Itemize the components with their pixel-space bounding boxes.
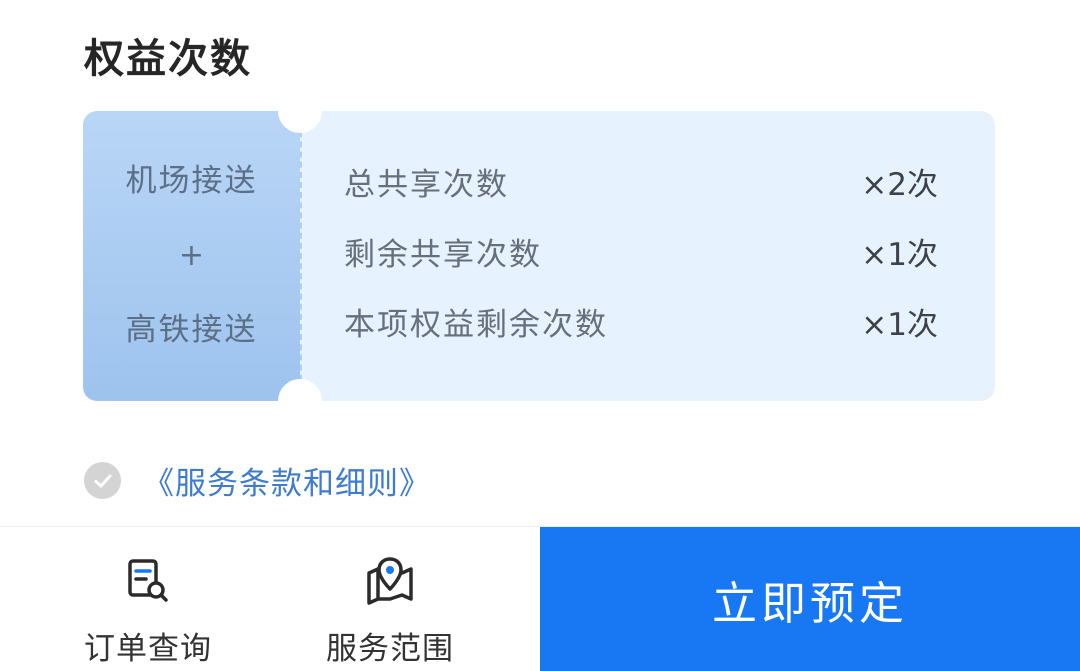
- ticket-service-panel: 机场接送 + 高铁接送: [83, 111, 300, 401]
- check-icon: [94, 474, 111, 487]
- row-count: ×1次: [861, 237, 938, 273]
- order-search-icon: [128, 559, 168, 602]
- service-plus-sign: +: [178, 238, 205, 273]
- agree-checkbox[interactable]: [84, 462, 121, 499]
- total-shared-count-row: 总共享次数 ×2次: [344, 159, 944, 204]
- terms-agreement: 《服务条款和细则》: [84, 458, 431, 503]
- terms-link[interactable]: 《服务条款和细则》: [143, 458, 431, 503]
- benefit-ticket: 机场接送 + 高铁接送 总共享次数 ×2次 剩余共享次数 ×1次 本项权益剩余次…: [83, 89, 995, 423]
- service-rail-transfer: 高铁接送: [125, 312, 258, 348]
- order-query-button[interactable]: 订单查询: [48, 527, 248, 671]
- map-location-icon: [367, 557, 413, 605]
- row-label: 剩余共享次数: [344, 237, 542, 273]
- row-count: ×1次: [861, 307, 938, 343]
- bottom-action-bar: 订单查询 服务范围 立即预定: [0, 526, 1080, 671]
- service-area-button[interactable]: 服务范围: [290, 527, 490, 671]
- ticket-count-panel: 总共享次数 ×2次 剩余共享次数 ×1次 本项权益剩余次数 ×1次: [300, 111, 995, 401]
- row-count: ×2次: [861, 167, 938, 203]
- service-airport-transfer: 机场接送: [125, 163, 258, 199]
- row-label: 本项权益剩余次数: [344, 307, 608, 343]
- service-area-label: 服务范围: [326, 631, 454, 667]
- item-remaining-count-row: 本项权益剩余次数 ×1次: [344, 299, 944, 344]
- ticket-notch-top: [278, 89, 322, 133]
- section-title: 权益次数: [84, 36, 252, 82]
- book-now-button[interactable]: 立即预定: [540, 527, 1080, 671]
- row-label: 总共享次数: [344, 167, 509, 203]
- ticket-notch-bottom: [278, 379, 322, 423]
- remaining-shared-count-row: 剩余共享次数 ×1次: [344, 229, 944, 274]
- order-query-label: 订单查询: [84, 631, 212, 667]
